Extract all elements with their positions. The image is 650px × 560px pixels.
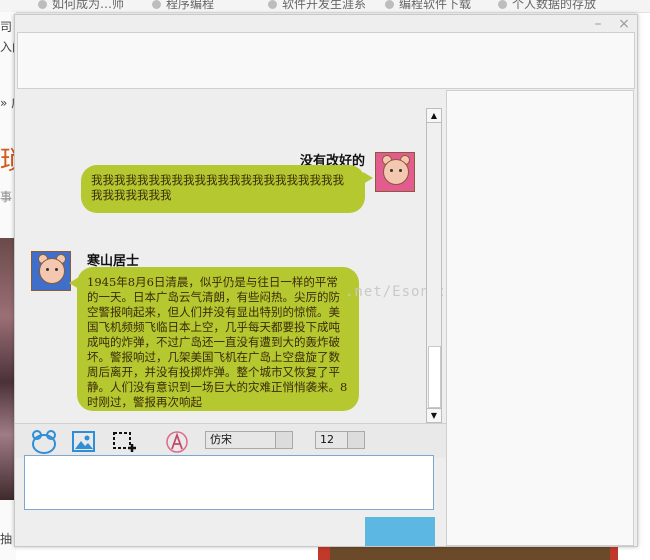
message-area[interactable]: 没有改好的 我我我我我我我我我我我我我我我我我我我我我我我我我我我我我 寒山居士…	[15, 105, 443, 423]
chevron-down-icon[interactable]	[275, 432, 292, 448]
chat-header-panel	[17, 32, 635, 89]
avatar-face	[383, 159, 409, 185]
image-icon[interactable]	[71, 430, 97, 454]
background-link[interactable]: 编程软件下载	[385, 0, 471, 12]
message-bubble: 我我我我我我我我我我我我我我我我我我我我我我我我我我我我我	[81, 165, 365, 213]
background-text: 抽	[0, 532, 13, 546]
background-link[interactable]: 如何成为…师	[38, 0, 124, 12]
screenshot-crop-icon[interactable]	[112, 430, 138, 454]
input-toolbar: 仿宋 12	[15, 423, 447, 458]
message-input[interactable]	[24, 455, 434, 510]
font-color-icon[interactable]	[165, 430, 191, 454]
scrollbar-thumb[interactable]	[428, 346, 441, 408]
avatar-face	[39, 258, 65, 284]
avatar-eye	[55, 268, 58, 271]
chevron-down-icon[interactable]	[347, 432, 364, 448]
avatar	[31, 251, 71, 291]
send-button[interactable]	[365, 517, 435, 546]
minimize-button[interactable]: –	[589, 15, 607, 33]
side-panel	[446, 90, 634, 546]
font-size-select[interactable]: 12	[315, 431, 365, 449]
background-page-topbar: 如何成为…师 程序编程 软件开发生涯系 编程软件下载 个人数据的存放	[0, 0, 650, 13]
background-link[interactable]: 程序编程	[152, 0, 214, 12]
background-link[interactable]: 个人数据的存放	[498, 0, 596, 12]
background-text: 司	[0, 20, 13, 34]
scrollbar[interactable]: ▲ ▼	[426, 108, 442, 423]
background-photo	[0, 238, 15, 500]
background-photo	[330, 546, 610, 560]
avatar-eye	[46, 268, 49, 271]
avatar-eye	[399, 169, 402, 172]
avatar	[375, 152, 415, 192]
background-link[interactable]: 软件开发生涯系	[268, 0, 366, 12]
font-family-select[interactable]: 仿宋	[205, 431, 293, 449]
message-bubble: 1945年8月6日清晨，似乎仍是与往日一样的平常的一天。日本广岛云气清朗，有些闷…	[77, 267, 359, 411]
background-text: 事	[0, 190, 13, 204]
close-button[interactable]: ×	[615, 15, 633, 33]
avatar-eye	[390, 169, 393, 172]
scroll-down-arrow-icon[interactable]: ▼	[427, 408, 441, 422]
emoji-bear-icon[interactable]	[31, 430, 57, 454]
chat-window: – × 没有改好的 我我我我我我我我我我我我我我我我我我我我我我我我我我我我我 …	[14, 14, 638, 547]
font-size-value: 12	[320, 433, 334, 446]
font-family-value: 仿宋	[210, 433, 232, 446]
scroll-up-arrow-icon[interactable]: ▲	[427, 109, 441, 123]
